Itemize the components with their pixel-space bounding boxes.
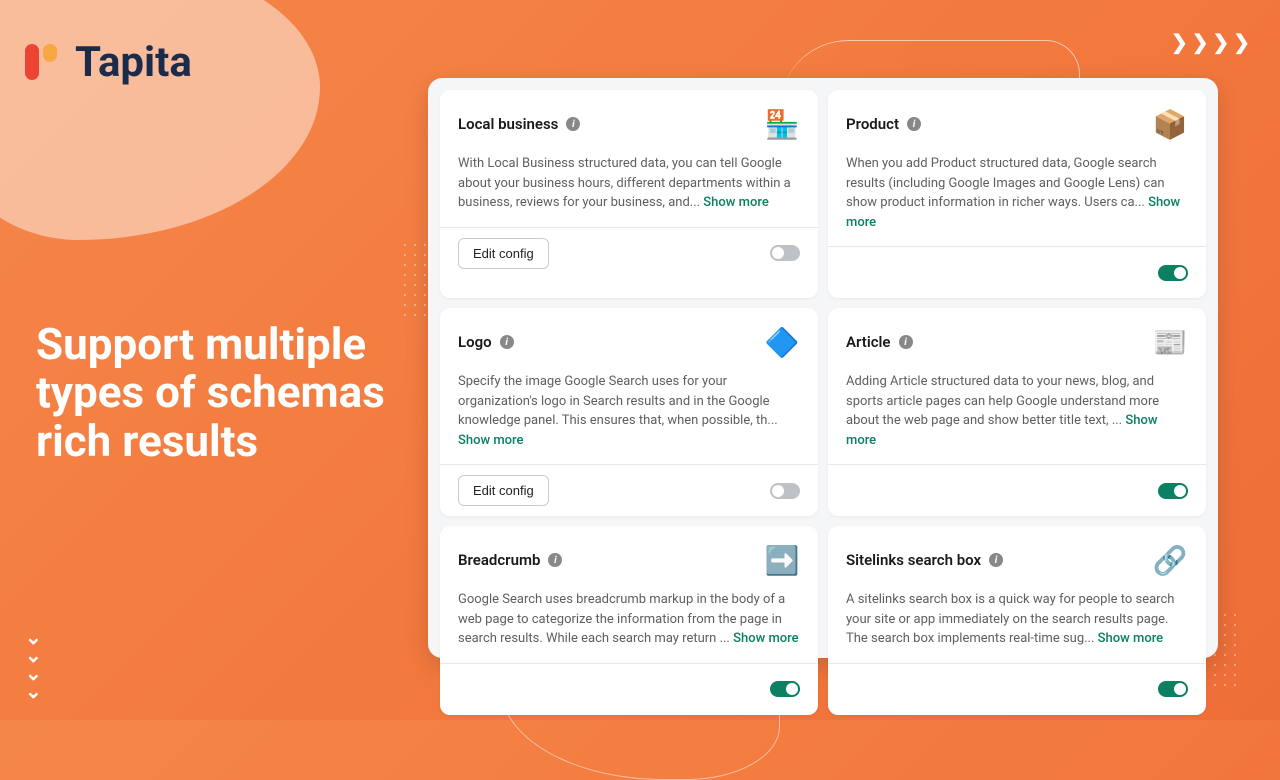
- schema-description: Adding Article structured data to your n…: [846, 372, 1188, 450]
- schema-card: Breadcrumb i ➡️ Google Search uses breadcru…: [440, 526, 818, 715]
- background-blob: [0, 0, 320, 240]
- schema-panel: Local business i 🏪 With Local Business stru…: [428, 78, 1218, 658]
- schema-description: Google Search uses breadcrumb markup in …: [458, 590, 800, 649]
- schema-card: Article i 📰 Adding Article structured data …: [828, 308, 1206, 516]
- schema-type-icon: 📰: [1152, 324, 1188, 360]
- info-icon[interactable]: i: [989, 553, 1003, 567]
- schema-card: Local business i 🏪 With Local Business stru…: [440, 90, 818, 298]
- schema-description: When you add Product structured data, Go…: [846, 154, 1188, 232]
- decorative-arrows-down: ⌄⌄⌄⌄: [25, 628, 42, 700]
- logo-icon: [25, 44, 63, 82]
- schema-card: Logoi 🔷 Specify the image Google Search us…: [440, 308, 818, 516]
- info-icon[interactable]: i: [548, 553, 562, 567]
- page-headline: Support multiple types of schemas rich r…: [36, 320, 396, 465]
- schema-description: With Local Business structured data, you…: [458, 154, 800, 213]
- show-more-link[interactable]: Show more: [1098, 631, 1164, 646]
- edit-config-button[interactable]: Edit config: [458, 238, 549, 269]
- schema-card: Sitelinks search box i 🔗 A sitelinks search…: [828, 526, 1206, 715]
- schema-description: Specify the image Google Search uses for…: [458, 372, 800, 450]
- schema-title: Sitelinks search box: [846, 551, 981, 569]
- enable-toggle[interactable]: [770, 245, 800, 261]
- enable-toggle[interactable]: [1158, 265, 1188, 281]
- schema-type-icon: 🔗: [1152, 542, 1188, 578]
- schema-type-icon: 📦: [1152, 106, 1188, 142]
- info-icon[interactable]: i: [899, 335, 913, 349]
- brand-logo: Tapita: [25, 38, 192, 87]
- schema-type-icon: ➡️: [764, 542, 800, 578]
- schema-title: Product: [846, 115, 899, 133]
- info-icon[interactable]: i: [907, 117, 921, 131]
- edit-config-button[interactable]: Edit config: [458, 475, 549, 506]
- schema-card: Product i 📦 When you add Product structured…: [828, 90, 1206, 298]
- enable-toggle[interactable]: [1158, 681, 1188, 697]
- schema-title: Local business: [458, 115, 558, 133]
- show-more-link[interactable]: Show more: [733, 631, 799, 646]
- info-icon[interactable]: i: [500, 335, 514, 349]
- brand-name: Tapita: [75, 38, 192, 87]
- schema-title: Article: [846, 333, 891, 351]
- show-more-link[interactable]: Show more: [703, 195, 769, 210]
- decorative-arrows-right: ❯❯❯❯: [1171, 30, 1250, 54]
- schema-type-icon: 🏪: [764, 106, 800, 142]
- schema-title: Logo: [458, 333, 492, 351]
- schema-type-icon: 🔷: [764, 324, 800, 360]
- show-more-link[interactable]: Show more: [458, 433, 524, 448]
- schema-description: A sitelinks search box is a quick way fo…: [846, 590, 1188, 649]
- schema-title: Breadcrumb: [458, 551, 540, 569]
- info-icon[interactable]: i: [566, 117, 580, 131]
- enable-toggle[interactable]: [1158, 483, 1188, 499]
- enable-toggle[interactable]: [770, 681, 800, 697]
- enable-toggle[interactable]: [770, 483, 800, 499]
